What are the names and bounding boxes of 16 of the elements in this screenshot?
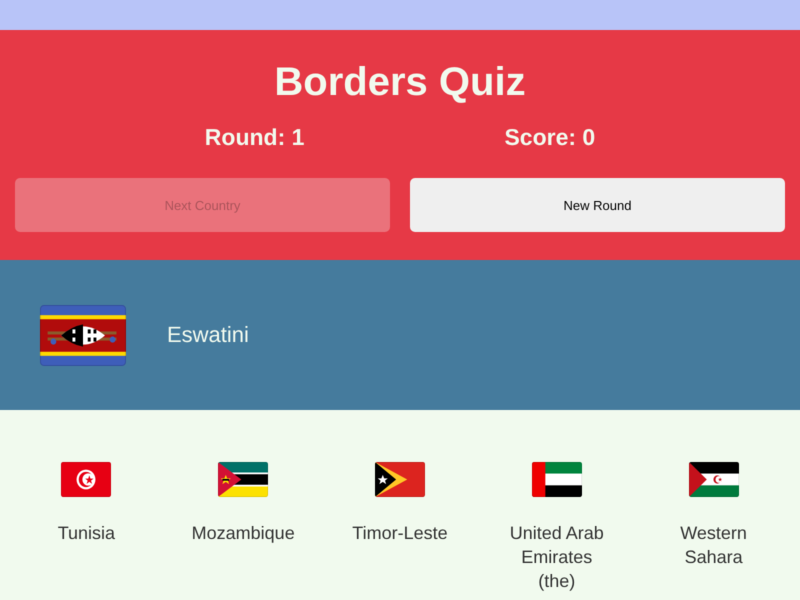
flag-icon [40,304,126,366]
flag-icon [218,462,268,497]
country-option[interactable]: United Arab Emirates (the) [500,462,613,593]
quiz-title: Borders Quiz [273,60,527,104]
stat-label: Round: 1 [204,124,304,150]
flag-icon [374,462,425,497]
country-name: Eswatini [167,321,249,349]
country-option[interactable]: Timor-Leste [344,462,456,545]
stat-label: Score: 0 [504,124,596,150]
flag-icon [61,462,112,497]
country-option[interactable]: Western Sahara [658,462,770,569]
action-button[interactable]: New Round [410,178,785,232]
flag-icon [688,462,739,497]
flag-icon [532,462,582,497]
country-option[interactable]: Mozambique [187,462,300,545]
country-option[interactable]: Tunisia [30,462,142,545]
